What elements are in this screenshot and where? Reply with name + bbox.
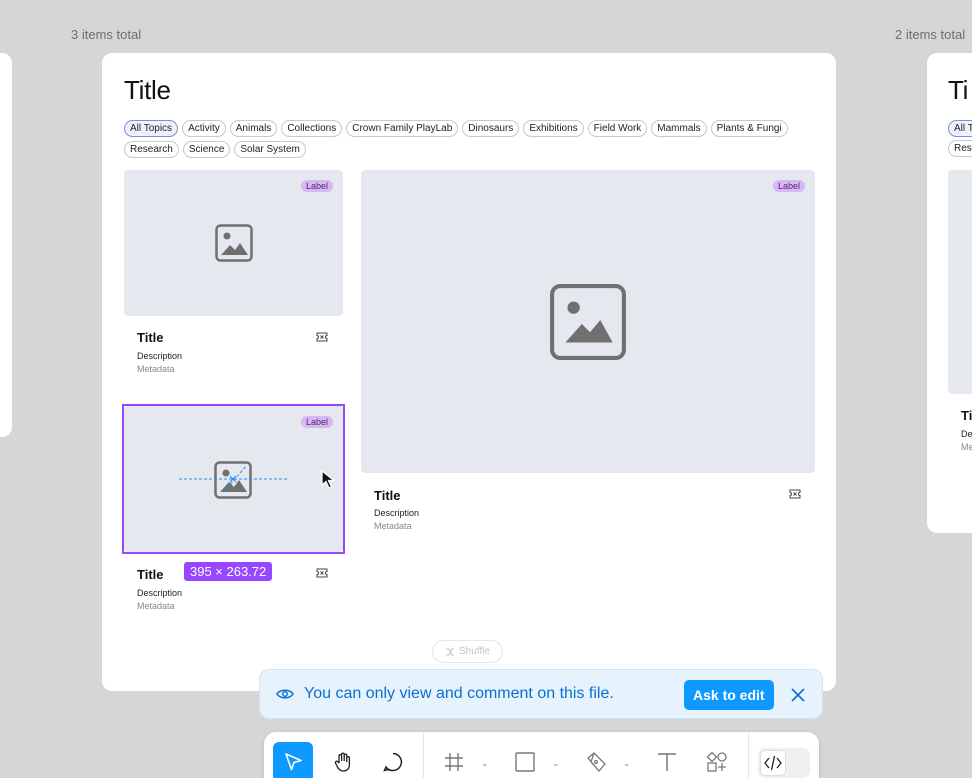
mouse-cursor-icon (321, 469, 336, 489)
ticket-icon (316, 568, 328, 578)
chevron-down-icon[interactable]: ⌄ (623, 758, 631, 769)
card-image[interactable]: Label (361, 170, 815, 473)
chip-exhibitions[interactable]: Exhibitions (523, 120, 584, 137)
card-description: Description (374, 508, 420, 518)
right-partial-frame[interactable]: Ti All T Res Ti De Me (927, 53, 972, 533)
card-title: Title (137, 330, 164, 345)
rectangle-icon (515, 752, 535, 772)
pen-icon (587, 752, 606, 772)
right-frame-count: 2 items total (895, 27, 966, 42)
shuffle-button[interactable]: Shuffle (432, 640, 503, 663)
card-metadata: Metadata (137, 601, 175, 611)
pointer-icon (285, 753, 302, 771)
card-metadata: Metadata (137, 364, 175, 374)
comment-icon (383, 752, 403, 772)
hand-icon (334, 752, 351, 772)
frame-icon (445, 753, 463, 771)
toolbar-separator (748, 732, 749, 778)
chevron-down-icon[interactable]: ⌄ (552, 758, 560, 769)
selection-outline (122, 404, 345, 554)
left-partial-frame[interactable] (0, 53, 12, 437)
main-frame[interactable]: Title All Topics Activity Animals Collec… (102, 53, 836, 691)
hand-tool-button[interactable] (323, 742, 363, 778)
pen-tool-button[interactable] (576, 742, 616, 778)
dev-mode-knob (760, 750, 786, 776)
components-tool-button[interactable] (697, 742, 737, 778)
shuffle-icon (446, 648, 454, 655)
ticket-icon (789, 489, 801, 499)
image-placeholder-icon (550, 283, 626, 360)
right-chip-all-topics[interactable]: All T (948, 120, 972, 137)
right-card-metadata: Me (961, 442, 972, 452)
chip-solar-system[interactable]: Solar System (234, 141, 306, 158)
chip-field-work[interactable]: Field Work (587, 120, 648, 137)
chip-collections[interactable]: Collections (281, 120, 343, 137)
card-description: Description (137, 588, 183, 598)
move-tool-button[interactable] (273, 742, 313, 778)
right-card-image[interactable] (948, 170, 972, 394)
chip-plants-fungi[interactable]: Plants & Fungi (710, 120, 788, 137)
notice-text: You can only view and comment on this fi… (304, 685, 614, 702)
text-icon (658, 753, 676, 771)
close-icon[interactable] (791, 688, 805, 702)
frame-tool-button[interactable] (434, 742, 474, 778)
text-tool-button[interactable] (647, 742, 687, 778)
right-frame-title: Ti (948, 75, 969, 105)
right-card-description: De (961, 429, 972, 439)
right-card-title: Ti (961, 408, 972, 423)
comment-tool-button[interactable] (373, 742, 413, 778)
chip-activity[interactable]: Activity (182, 120, 226, 137)
left-frame-count: 3 items total (71, 27, 142, 42)
chip-crown-family-playlab[interactable]: Crown Family PlayLab (346, 120, 459, 137)
dev-mode-toggle[interactable] (758, 748, 810, 778)
toolbar-separator (423, 732, 424, 778)
chevron-down-icon[interactable]: ⌄ (481, 758, 489, 769)
selection-size-badge: 395 × 263.72 (184, 562, 273, 581)
chip-science[interactable]: Science (182, 141, 231, 158)
topic-filter-chips: All Topics Activity Animals Collections … (124, 120, 804, 158)
eye-icon (276, 689, 294, 699)
view-only-notice: You can only view and comment on this fi… (259, 669, 823, 719)
page-title: Title (124, 75, 171, 105)
card-label-badge: Label (772, 180, 805, 192)
card-title: Title (137, 567, 164, 582)
components-icon (706, 751, 727, 772)
image-placeholder-icon (214, 224, 253, 262)
shuffle-label: Shuffle (459, 646, 490, 657)
card-title: Title (374, 488, 401, 503)
shape-tool-button[interactable] (505, 742, 545, 778)
chip-research[interactable]: Research (124, 141, 179, 158)
card-image[interactable]: Label (124, 170, 343, 316)
card-label-badge: Label (300, 180, 333, 192)
right-chip-research[interactable]: Res (948, 140, 972, 157)
bottom-toolbar: ⌄ ⌄ ⌄ (264, 732, 819, 778)
chip-animals[interactable]: Animals (229, 120, 278, 137)
chip-mammals[interactable]: Mammals (651, 120, 707, 137)
chip-all-topics[interactable]: All Topics (124, 120, 179, 137)
code-icon (764, 755, 782, 771)
chip-dinosaurs[interactable]: Dinosaurs (462, 120, 520, 137)
card-description: Description (137, 351, 183, 361)
card-metadata: Metadata (374, 521, 412, 531)
ask-to-edit-button[interactable]: Ask to edit (684, 680, 774, 710)
ticket-icon (316, 332, 328, 342)
